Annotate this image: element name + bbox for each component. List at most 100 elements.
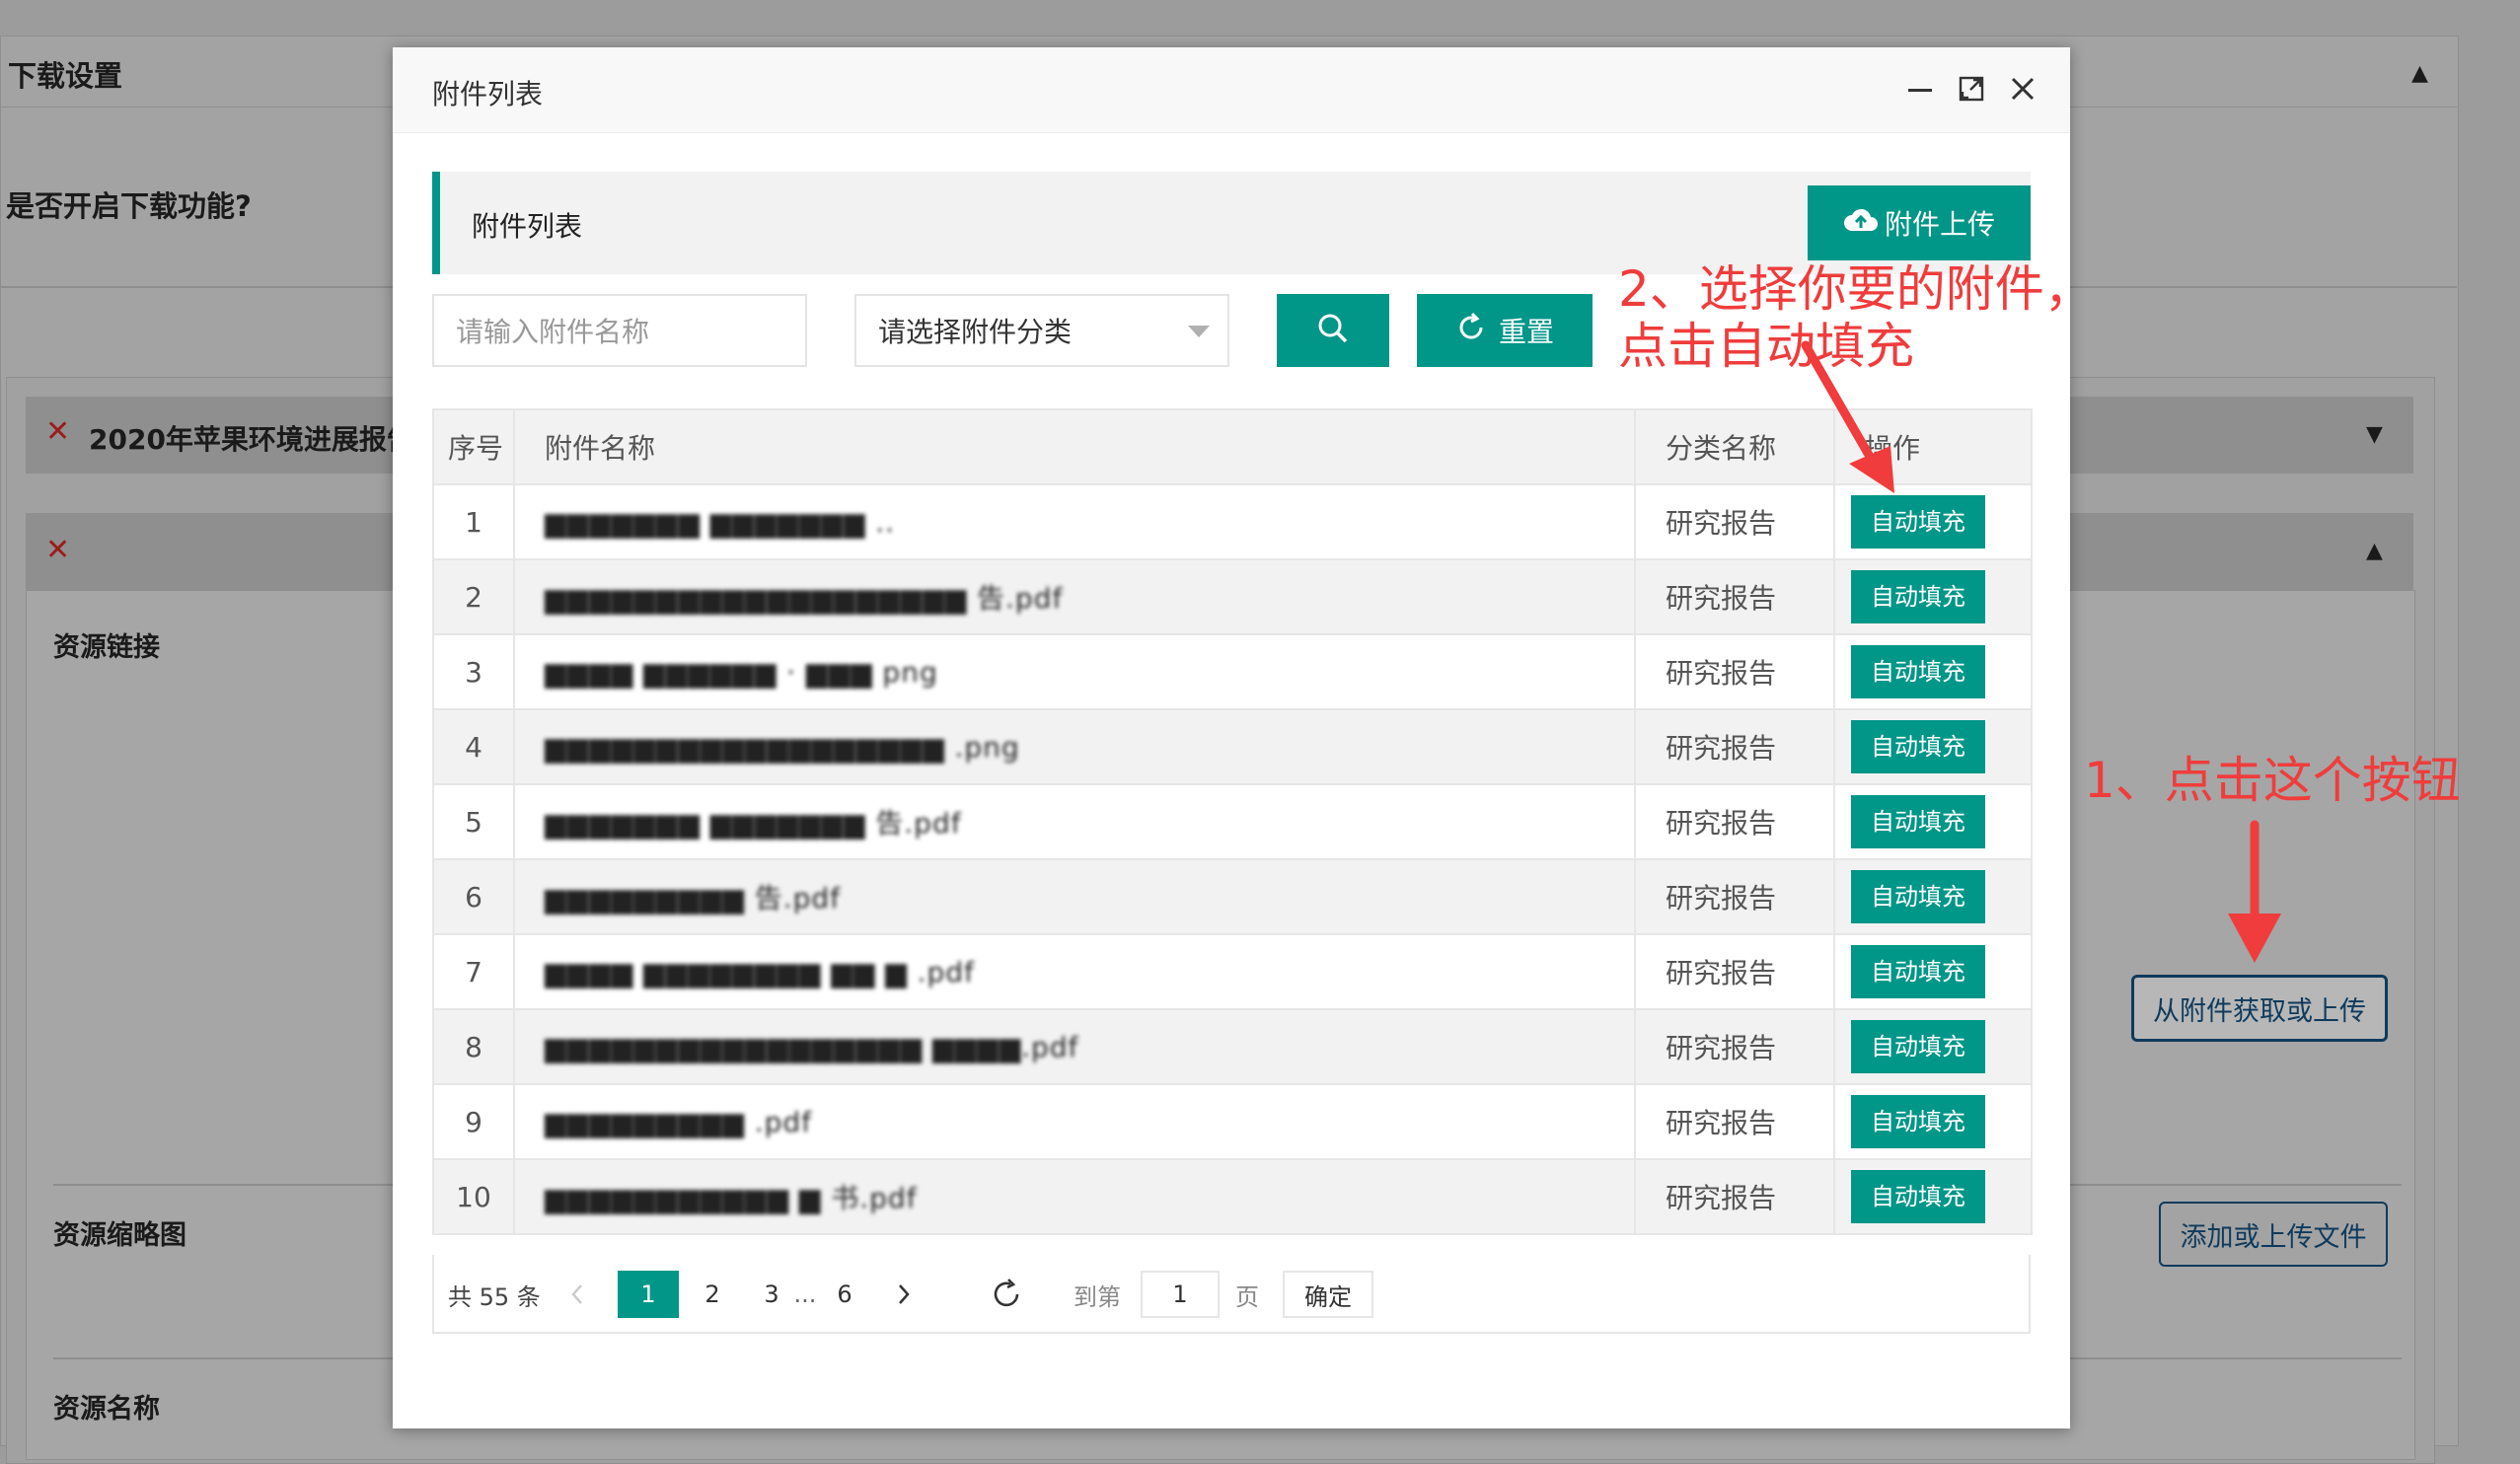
annotation-arrow-step2 [1801,340,1894,493]
table-row: 10 ▆▆▆▆▆▆▆▆▆▆▆ ▆ 书.pdf 研究报告 自动填充 [432,1158,2033,1235]
file-name-text: ▆▆▆▆ ▆▆▆▆▆▆ · ▆▆▆ png [545,655,938,689]
auto-fill-button[interactable]: 自动填充 [1851,1170,1985,1223]
row-action: 自动填充 [1833,858,2033,935]
reset-button[interactable]: 重置 [1417,294,1593,367]
row-category: 研究报告 [1634,933,1835,1010]
auto-fill-button[interactable]: 自动填充 [1851,1020,1985,1073]
page-ellipsis: ... [793,1281,817,1308]
row-file-name: ▆▆▆▆▆▆▆▆▆ .pdf [513,1083,1636,1160]
auto-fill-button[interactable]: 自动填充 [1851,720,1985,773]
refresh-page-icon[interactable] [987,1271,1026,1318]
auto-fill-button[interactable]: 自动填充 [1851,1095,1985,1148]
table-row: 6 ▆▆▆▆▆▆▆▆▆ 告.pdf 研究报告 自动填充 [432,858,2033,935]
expand-down-icon[interactable]: ▼ [2366,422,2383,447]
row-action: 自动填充 [1833,558,2033,635]
row-action: 自动填充 [1833,1083,2033,1160]
row-file-name: ▆▆▆▆▆▆▆▆▆▆▆ ▆ 书.pdf [513,1158,1636,1235]
total-count: 共 55 条 [448,1282,541,1311]
resource-item-title: 2020年苹果环境进展报告 [89,423,414,456]
collapse-up-icon[interactable]: ▲ [2411,61,2428,86]
row-file-name: ▆▆▆▆▆▆▆ ▆▆▆▆▆▆▆ 告.pdf [513,783,1636,860]
page-2-button[interactable]: 2 [695,1271,730,1318]
page-3-button[interactable]: 3 [754,1271,789,1318]
row-category: 研究报告 [1634,708,1835,785]
download-question: 是否开启下载功能? [6,189,252,223]
row-index: 7 [432,933,515,1010]
table-header-row: 序号 附件名称 分类名称 操作 [432,408,2033,485]
section-title: 附件列表 [472,210,583,243]
page-1-button[interactable]: 1 [618,1271,679,1318]
row-file-name: ▆▆▆▆▆▆▆▆▆▆▆▆▆▆▆▆▆▆▆ 告.pdf [513,558,1636,635]
row-category: 研究报告 [1634,858,1835,935]
table-row: 8 ▆▆▆▆▆▆▆▆▆▆▆▆▆▆▆▆▆ ▆▆▆▆.pdf 研究报告 自动填充 [432,1008,2033,1085]
row-file-name: ▆▆▆▆▆▆▆▆▆▆▆▆▆▆▆▆▆ ▆▆▆▆.pdf [513,1008,1636,1085]
collapse-up-icon[interactable]: ▲ [2366,539,2383,563]
minimize-icon[interactable] [1900,69,1940,109]
row-index: 3 [432,633,515,710]
resource-name-label: 资源名称 [53,1394,160,1425]
row-category: 研究报告 [1634,558,1835,635]
table-row: 4 ▆▆▆▆▆▆▆▆▆▆▆▆▆▆▆▆▆▆ .png 研究报告 自动填充 [432,708,2033,785]
from-attachment-button[interactable]: 从附件获取或上传 [2131,975,2388,1042]
file-name-text: ▆▆▆▆▆▆▆▆▆▆▆▆▆▆▆▆▆▆▆ 告.pdf [545,582,1064,615]
auto-fill-button[interactable]: 自动填充 [1851,570,1985,623]
goto-label: 到第 [1074,1282,1121,1311]
resource-link-label: 资源链接 [53,632,160,663]
row-file-name: ▆▆▆▆ ▆▆▆▆▆▆ · ▆▆▆ png [513,633,1636,710]
file-name-text: ▆▆▆▆▆▆▆▆▆▆▆▆▆▆▆▆▆▆ .png [545,730,1020,764]
goto-confirm-button[interactable]: 确定 [1283,1271,1373,1318]
maximize-icon[interactable] [1952,69,1991,109]
modal-title: 附件列表 [432,78,544,110]
row-file-name: ▆▆▆▆▆▆▆ ▆▆▆▆▆▆▆ .. [513,483,1636,560]
row-index: 10 [432,1158,515,1235]
row-action: 自动填充 [1833,783,2033,860]
auto-fill-button[interactable]: 自动填充 [1851,870,1985,923]
upload-label: 附件上传 [1884,208,1995,241]
chevron-down-icon [1188,326,1210,337]
refresh-icon [1455,312,1487,350]
attachment-category-select[interactable]: 请选择附件分类 [854,294,1229,367]
file-name-text: ▆▆▆▆▆▆▆▆▆▆▆▆▆▆▆▆▆ ▆▆▆▆.pdf [545,1030,1079,1063]
file-name-text: ▆▆▆▆▆▆▆▆▆▆▆ ▆ 书.pdf [545,1182,918,1214]
auto-fill-button[interactable]: 自动填充 [1851,645,1985,698]
row-category: 研究报告 [1634,1008,1835,1085]
file-name-text: ▆▆▆▆▆▆▆▆▆ .pdf [545,1105,813,1138]
file-name-text: ▆▆▆▆▆▆▆ ▆▆▆▆▆▆▆ .. [545,505,896,539]
auto-fill-button[interactable]: 自动填充 [1851,795,1985,848]
add-upload-file-button[interactable]: 添加或上传文件 [2159,1202,2388,1267]
cloud-upload-icon [1843,205,1879,242]
row-file-name: ▆▆▆▆ ▆▆▆▆▆▆▆▆ ▆▆ ▆ .pdf [513,933,1636,1010]
row-index: 2 [432,558,515,635]
attachment-table: 序号 附件名称 分类名称 操作 1 ▆▆▆▆▆▆▆ ▆▆▆▆▆▆▆ .. 研究报告自… [432,408,2033,1235]
prev-page-icon[interactable] [562,1271,592,1318]
row-index: 5 [432,783,515,860]
thumbnail-label: 资源缩略图 [53,1220,186,1251]
row-category: 研究报告 [1634,1083,1835,1160]
row-category: 研究报告 [1634,1158,1835,1235]
table-row: 9 ▆▆▆▆▆▆▆▆▆ .pdf 研究报告 自动填充 [432,1083,2033,1160]
attachment-upload-button[interactable]: 附件上传 [1808,185,2031,260]
next-page-icon[interactable] [886,1271,922,1318]
file-name-text: ▆▆▆▆ ▆▆▆▆▆▆▆▆ ▆▆ ▆ .pdf [545,955,975,988]
row-index: 9 [432,1083,515,1160]
row-action: 自动填充 [1833,633,2033,710]
search-button[interactable] [1277,294,1389,367]
page-6-button[interactable]: 6 [827,1271,862,1318]
table-row: 3 ▆▆▆▆ ▆▆▆▆▆▆ · ▆▆▆ png 研究报告 自动填充 [432,633,2033,710]
close-icon[interactable] [2003,69,2042,109]
panel-title: 下载设置 [8,59,123,93]
row-index: 8 [432,1008,515,1085]
col-name-header: 附件名称 [513,408,1636,485]
row-index: 1 [432,483,515,560]
annotation-arrow-step1 [2228,820,2281,963]
goto-page-input[interactable]: 1 [1141,1271,1220,1318]
remove-icon[interactable]: ✕ [45,414,70,449]
auto-fill-button[interactable]: 自动填充 [1851,945,1985,998]
remove-icon[interactable]: ✕ [45,533,70,567]
row-action: 自动填充 [1833,933,2033,1010]
auto-fill-button[interactable]: 自动填充 [1851,495,1985,549]
attachment-list-modal: 附件列表 附件列表 附件上传 请输入附件名称 请选择附件分类 重置 序号 附件名… [393,47,2070,1428]
col-index-header: 序号 [432,408,515,485]
row-action: 自动填充 [1833,708,2033,785]
attachment-name-search-input[interactable]: 请输入附件名称 [432,294,807,367]
